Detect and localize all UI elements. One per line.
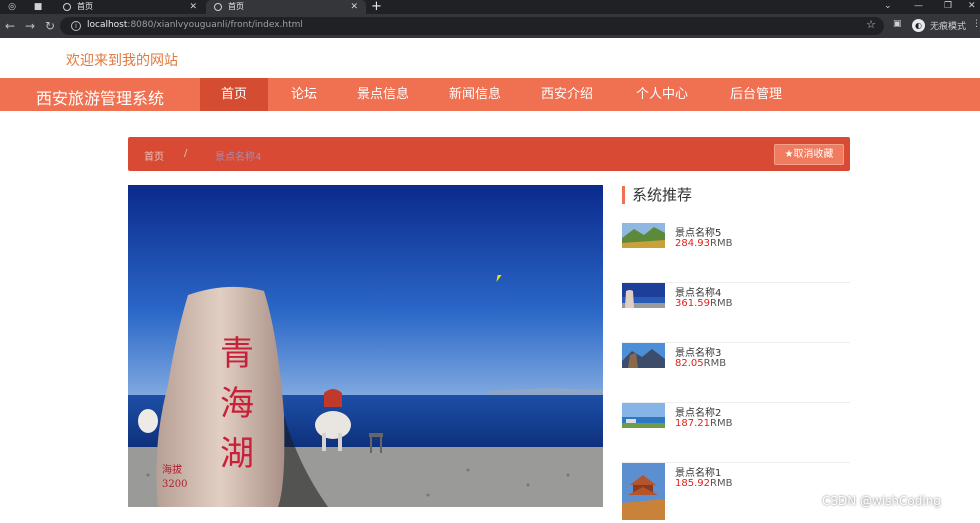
nav-item-attractions[interactable]: 景点信息 bbox=[344, 78, 422, 111]
recommend-name[interactable]: 景点名称2 bbox=[675, 404, 721, 419]
stone-char-3: 湖 bbox=[220, 434, 254, 474]
nav-item-home[interactable]: 首页 bbox=[200, 78, 268, 111]
recommend-price: 187.21RMB bbox=[675, 418, 733, 429]
back-icon[interactable]: ← bbox=[5, 19, 15, 33]
forward-icon[interactable]: → bbox=[25, 19, 35, 33]
recommend-item[interactable]: 景点名称5 284.93RMB bbox=[622, 223, 850, 283]
stone-small-text: 海拔 bbox=[162, 463, 182, 476]
tab-close-icon[interactable]: ✕ bbox=[189, 0, 197, 14]
unfavorite-label: 取消收藏 bbox=[793, 149, 834, 160]
stone-char-1: 青 bbox=[220, 334, 254, 374]
recommend-name[interactable]: 景点名称3 bbox=[675, 344, 721, 359]
nav-item-forum[interactable]: 论坛 bbox=[276, 78, 332, 111]
menu-icon[interactable]: ⋮ bbox=[972, 19, 980, 29]
recommend-name[interactable]: 景点名称4 bbox=[675, 284, 721, 299]
recommend-thumbnail[interactable] bbox=[622, 283, 665, 308]
recommend-thumbnail[interactable] bbox=[622, 463, 665, 520]
browser-tab-2[interactable]: 首页 ✕ bbox=[206, 0, 366, 14]
recommend-name[interactable]: 景点名称1 bbox=[675, 464, 721, 479]
welcome-text: 欢迎来到我的网站 bbox=[66, 53, 178, 69]
recommend-item[interactable]: 景点名称4 361.59RMB bbox=[622, 283, 850, 343]
recommend-price: 284.93RMB bbox=[675, 238, 733, 249]
reload-icon[interactable]: ↻ bbox=[45, 19, 55, 33]
watermark-text: CSDN @wishCoding bbox=[822, 494, 941, 508]
nav-item-xian-intro[interactable]: 西安介绍 bbox=[528, 78, 606, 111]
tab-close-icon[interactable]: ✕ bbox=[350, 0, 358, 14]
sidepanel-icon[interactable]: ▣ bbox=[893, 19, 902, 29]
recommend-price: 82.05RMB bbox=[675, 358, 727, 369]
recommend-item[interactable]: 景点名称3 82.05RMB bbox=[622, 343, 850, 403]
address-bar[interactable]: i localhost:8080/xianlvyouguanli/front/i… bbox=[60, 17, 884, 35]
unfavorite-button[interactable]: ★取消收藏 bbox=[774, 144, 844, 165]
browser-tab-1[interactable]: 首页 ✕ bbox=[55, 0, 205, 14]
stone-char-2: 海 bbox=[220, 384, 254, 424]
recommend-price: 361.59RMB bbox=[675, 298, 733, 309]
recommend-title: 系统推荐 bbox=[622, 186, 692, 204]
info-icon[interactable]: i bbox=[71, 21, 81, 31]
recommend-item[interactable]: 景点名称1 185.92RMB bbox=[622, 463, 850, 523]
breadcrumb-current: 景点名称4 bbox=[215, 152, 262, 163]
tab-list-chevron-icon[interactable]: ⌄ bbox=[884, 0, 892, 12]
recommend-price: 185.92RMB bbox=[675, 478, 733, 489]
nav-item-admin[interactable]: 后台管理 bbox=[716, 78, 796, 111]
recommend-thumbnail[interactable] bbox=[622, 403, 665, 428]
chrome-icon[interactable]: ◎ bbox=[7, 2, 17, 12]
recommend-name[interactable]: 景点名称5 bbox=[675, 224, 721, 239]
browser-toolbar: ← → ↻ i localhost:8080/xianlvyouguanli/f… bbox=[0, 14, 980, 38]
breadcrumb: 首页 / 景点名称4 ★取消收藏 bbox=[128, 137, 850, 171]
tab-favicon-icon bbox=[63, 3, 71, 11]
minimize-icon[interactable]: — bbox=[914, 0, 923, 12]
browser-tab-strip: ◎ ■ 首页 ✕ 首页 ✕ + ⌄ — ❐ ✕ bbox=[0, 0, 980, 14]
tab-favicon-icon bbox=[214, 3, 222, 11]
attraction-main-image: 青 海 湖 海拔 3200 bbox=[128, 185, 603, 507]
main-navbar: 西安旅游管理系统 首页 论坛 景点信息 新闻信息 西安介绍 个人中心 后台管理 bbox=[0, 78, 980, 111]
star-icon[interactable]: ☆ bbox=[866, 18, 876, 31]
breadcrumb-home[interactable]: 首页 bbox=[144, 148, 164, 163]
recommend-thumbnail[interactable] bbox=[622, 223, 665, 248]
new-tab-button[interactable]: + bbox=[371, 0, 382, 14]
recommend-thumbnail[interactable] bbox=[622, 343, 665, 368]
nav-item-personal-center[interactable]: 个人中心 bbox=[622, 78, 702, 111]
recommend-item[interactable]: 景点名称2 187.21RMB bbox=[622, 403, 850, 463]
incognito-label[interactable]: 无痕模式 bbox=[930, 19, 966, 32]
maximize-icon[interactable]: ❐ bbox=[944, 0, 952, 12]
nav-item-news[interactable]: 新闻信息 bbox=[436, 78, 514, 111]
incognito-icon[interactable]: ◐ bbox=[912, 19, 925, 32]
site-title: 西安旅游管理系统 bbox=[36, 89, 165, 108]
address-url[interactable]: localhost:8080/xianlvyouguanli/front/ind… bbox=[87, 20, 303, 30]
stone-altitude: 3200 bbox=[162, 479, 187, 490]
tab-search-icon[interactable]: ■ bbox=[33, 2, 43, 12]
breadcrumb-separator: / bbox=[184, 148, 188, 159]
window-close-icon[interactable]: ✕ bbox=[968, 0, 976, 12]
